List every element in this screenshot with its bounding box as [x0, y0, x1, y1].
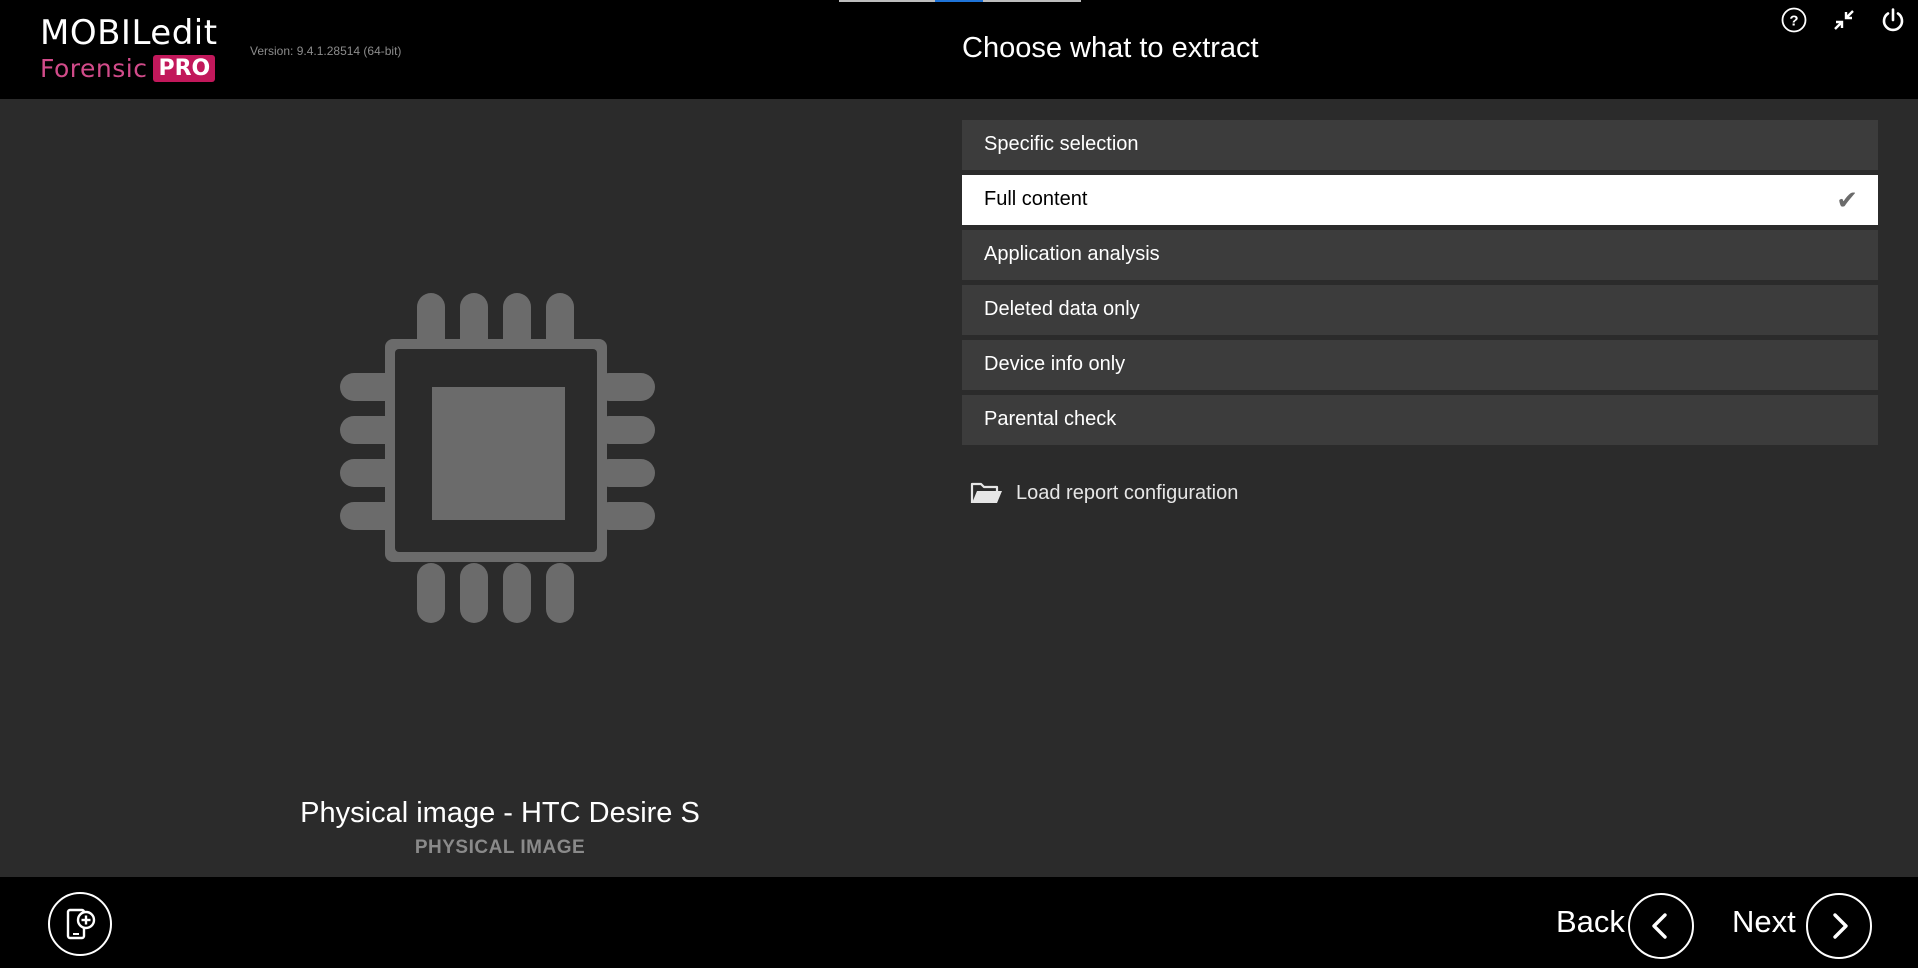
device-type-label: PHYSICAL IMAGE — [414, 837, 586, 858]
chevron-right-icon — [1833, 913, 1848, 939]
page-title: Choose what to extract — [962, 32, 1259, 64]
logo-main-text: MOBILedit — [40, 13, 218, 53]
extraction-options-list: Specific selection Full content ✔ Applic… — [962, 120, 1878, 450]
option-full-content[interactable]: Full content ✔ — [962, 175, 1878, 225]
footer-bar: Back Next — [0, 877, 1918, 968]
device-panel: Physical image - HTC Desire S PHYSICAL I… — [0, 99, 962, 877]
app-logo: MOBILedit Forensic PRO — [40, 14, 218, 83]
option-label: Deleted data only — [984, 298, 1140, 320]
chevron-left-icon — [1652, 913, 1667, 939]
minimize-icon[interactable] — [1830, 6, 1858, 34]
option-parental-check[interactable]: Parental check — [962, 395, 1878, 445]
device-name: Physical image - HTC Desire S — [300, 797, 700, 829]
option-specific-selection[interactable]: Specific selection — [962, 120, 1878, 170]
back-label[interactable]: Back — [1556, 904, 1625, 940]
option-label: Specific selection — [984, 133, 1139, 155]
logo-sub: Forensic PRO — [40, 54, 218, 83]
option-label: Application analysis — [984, 243, 1160, 265]
version-label: Version: 9.4.1.28514 (64-bit) — [250, 44, 402, 58]
header-bar: MOBILedit Forensic PRO Version: 9.4.1.28… — [0, 0, 1918, 99]
back-button[interactable] — [1628, 893, 1694, 959]
load-report-configuration-label: Load report configuration — [1016, 481, 1239, 504]
option-label: Full content — [984, 188, 1088, 210]
logo-pro-badge: PRO — [153, 55, 216, 82]
power-icon[interactable] — [1879, 6, 1907, 34]
folder-open-icon — [970, 482, 1002, 503]
option-label: Device info only — [984, 353, 1126, 375]
add-device-button[interactable] — [48, 892, 112, 956]
next-label[interactable]: Next — [1732, 904, 1796, 940]
app-window: MOBILedit Forensic PRO Version: 9.4.1.28… — [0, 0, 1918, 968]
chip-icon — [340, 293, 655, 623]
load-report-configuration-button[interactable]: Load report configuration — [970, 475, 1238, 511]
next-button[interactable] — [1806, 893, 1872, 959]
help-icon[interactable]: ? — [1780, 6, 1808, 34]
option-application-analysis[interactable]: Application analysis — [962, 230, 1878, 280]
option-device-info-only[interactable]: Device info only — [962, 340, 1878, 390]
logo-forensic-text: Forensic — [40, 54, 148, 83]
checkmark-icon: ✔ — [1836, 185, 1858, 215]
option-label: Parental check — [984, 408, 1117, 430]
svg-text:?: ? — [1789, 13, 1798, 30]
option-deleted-data-only[interactable]: Deleted data only — [962, 285, 1878, 335]
add-device-icon — [66, 908, 96, 940]
top-progress-bar — [839, 0, 1081, 2]
top-progress-active-segment — [935, 0, 983, 2]
